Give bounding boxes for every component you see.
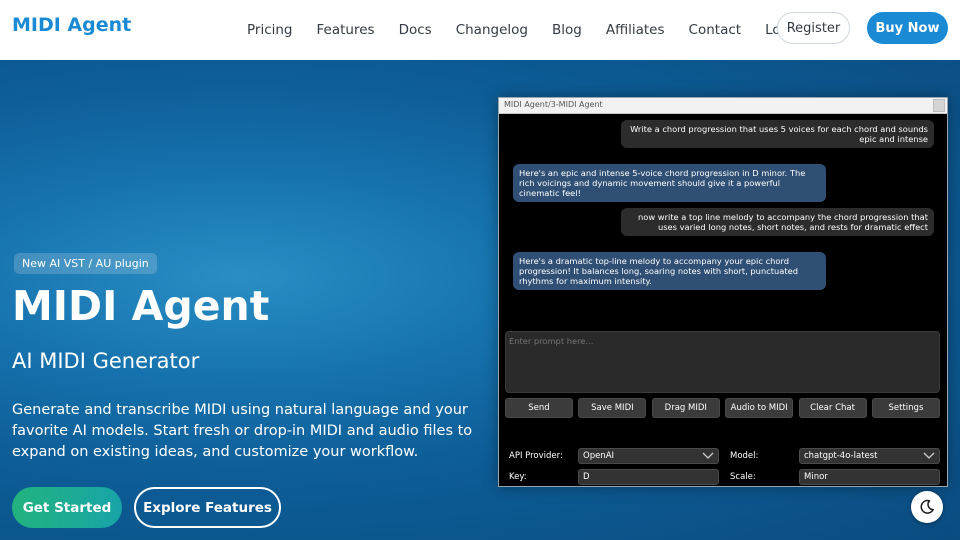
prompt-input[interactable] — [505, 331, 940, 393]
chat-message-ai: Here's an epic and intense 5-voice chord… — [513, 164, 826, 202]
nav-link-contact[interactable]: Contact — [689, 22, 742, 38]
plugin-toolbar: Send Save MIDI Drag MIDI Audio to MIDI C… — [505, 398, 940, 418]
explore-features-button[interactable]: Explore Features — [134, 487, 281, 528]
window-control[interactable] — [933, 99, 945, 112]
nav-link-pricing[interactable]: Pricing — [247, 22, 293, 38]
nav-link-docs[interactable]: Docs — [399, 22, 432, 38]
get-started-button[interactable]: Get Started — [12, 487, 122, 528]
scale-value: Minor — [804, 472, 828, 482]
chat-message-ai: Here's a dramatic top-line melody to acc… — [513, 252, 826, 290]
key-label: Key: — [509, 472, 527, 482]
send-button[interactable]: Send — [505, 398, 573, 418]
nav-link-features[interactable]: Features — [317, 22, 375, 38]
nav-link-changelog[interactable]: Changelog — [456, 22, 528, 38]
key-value: D — [583, 472, 590, 482]
audio-to-midi-button[interactable]: Audio to MIDI — [725, 398, 794, 418]
settings-button[interactable]: Settings — [871, 398, 940, 418]
model-select[interactable]: chatgpt-4o-latest — [799, 448, 940, 464]
api-provider-select[interactable]: OpenAI — [578, 448, 719, 464]
drag-midi-button[interactable]: Drag MIDI — [651, 398, 720, 418]
nav-links: Pricing Features Docs Changelog Blog Aff… — [247, 0, 825, 60]
chevron-down-icon — [702, 452, 714, 459]
top-navigation: MIDI Agent Pricing Features Docs Changel… — [0, 0, 960, 60]
plugin-window: MIDI Agent/3-MIDI Agent Write a chord pr… — [498, 97, 948, 487]
brand-logo[interactable]: MIDI Agent — [12, 14, 131, 36]
chat-message-user: now write a top line melody to accompany… — [621, 208, 934, 236]
key-select[interactable]: D — [578, 469, 719, 485]
clear-chat-button[interactable]: Clear Chat — [798, 398, 867, 418]
buy-now-button[interactable]: Buy Now — [867, 12, 948, 44]
chevron-down-icon — [923, 452, 935, 459]
model-label: Model: — [730, 451, 759, 461]
plugin-title: MIDI Agent/3-MIDI Agent — [504, 100, 603, 109]
nav-link-affiliates[interactable]: Affiliates — [606, 22, 665, 38]
nav-link-blog[interactable]: Blog — [552, 22, 582, 38]
scale-select[interactable]: Minor — [799, 469, 940, 485]
moon-icon — [920, 499, 934, 514]
scale-label: Scale: — [730, 472, 756, 482]
api-provider-value: OpenAI — [583, 451, 615, 461]
register-button[interactable]: Register — [777, 12, 850, 44]
hero-description: Generate and transcribe MIDI using natur… — [12, 402, 473, 460]
save-midi-button[interactable]: Save MIDI — [578, 398, 647, 418]
dark-mode-toggle[interactable] — [911, 491, 943, 523]
chat-message-user: Write a chord progression that uses 5 vo… — [621, 120, 934, 148]
api-provider-label: API Provider: — [509, 451, 563, 461]
plugin-titlebar[interactable]: MIDI Agent/3-MIDI Agent — [499, 98, 947, 114]
new-plugin-badge: New AI VST / AU plugin — [14, 253, 157, 274]
hero-subtitle: AI MIDI Generator — [12, 349, 200, 373]
model-value: chatgpt-4o-latest — [804, 451, 878, 461]
hero-title: MIDI Agent — [12, 282, 270, 330]
